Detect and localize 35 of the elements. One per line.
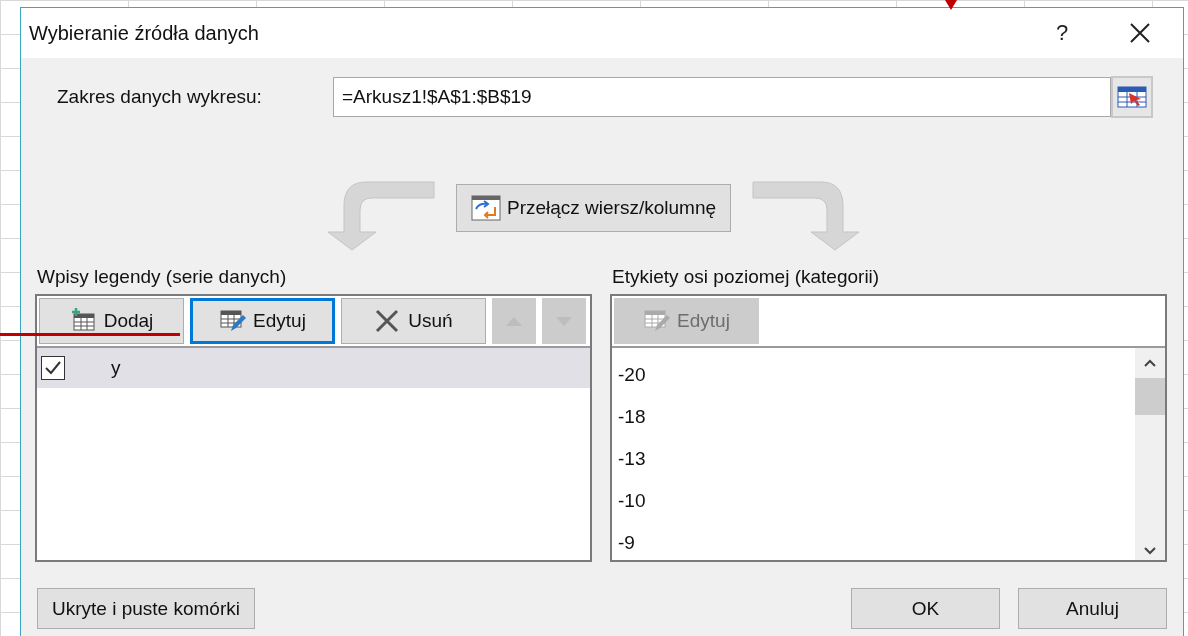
series-name: y bbox=[111, 357, 121, 379]
scroll-down-icon bbox=[1143, 546, 1157, 556]
scroll-thumb[interactable] bbox=[1135, 378, 1165, 415]
edit-table-icon bbox=[219, 308, 248, 334]
cancel-button[interactable]: Anuluj bbox=[1018, 588, 1167, 629]
category-item[interactable]: -10 bbox=[612, 480, 1135, 522]
table-cursor-icon bbox=[1117, 85, 1147, 109]
category-item[interactable]: -20 bbox=[612, 354, 1135, 396]
category-item[interactable]: -18 bbox=[612, 396, 1135, 438]
add-button[interactable]: Dodaj bbox=[39, 298, 184, 344]
switch-row-column-button[interactable]: Przełącz wiersz/kolumnę bbox=[455, 184, 732, 232]
ok-button[interactable]: OK bbox=[851, 588, 1000, 629]
category-item[interactable]: -9 bbox=[612, 522, 1135, 564]
category-item[interactable]: -13 bbox=[612, 438, 1135, 480]
swap-icon bbox=[470, 195, 501, 221]
hidden-empty-cells-button[interactable]: Ukryte i puste komórki bbox=[37, 588, 255, 629]
annotation-arrow-icon bbox=[944, 0, 958, 10]
series-row[interactable]: y bbox=[37, 348, 590, 388]
curved-arrow-icon bbox=[751, 180, 862, 252]
edit-table-icon bbox=[643, 308, 672, 334]
add-table-icon bbox=[69, 308, 98, 334]
curved-arrow-icon bbox=[325, 180, 436, 252]
help-button[interactable]: ? bbox=[1035, 13, 1089, 53]
edit-button[interactable]: Edytuj bbox=[190, 298, 335, 344]
close-icon bbox=[1129, 22, 1151, 44]
checkbox[interactable] bbox=[41, 356, 65, 380]
axis-labels-label: Etykiety osi poziomej (kategorii) bbox=[612, 266, 881, 288]
remove-button[interactable]: Usuń bbox=[341, 298, 486, 344]
window-title: Wybieranie źródła danych bbox=[29, 21, 260, 45]
range-label: Zakres danych wykresu: bbox=[57, 86, 263, 108]
scrollbar[interactable] bbox=[1135, 348, 1165, 560]
legend-label: Wpisy legendy (serie danych) bbox=[37, 266, 288, 288]
scroll-up-icon bbox=[1143, 358, 1157, 368]
range-picker-button[interactable] bbox=[1111, 76, 1153, 118]
range-field[interactable]: =Arkusz1!$A$1:$B$19 bbox=[333, 77, 1111, 117]
